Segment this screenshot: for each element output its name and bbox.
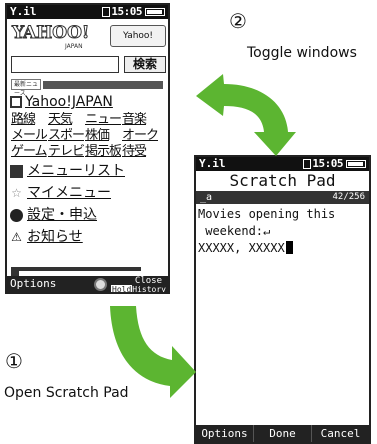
scratch-pad-text: Movies opening this weekend:↵ XXXXX, XXX…	[198, 207, 336, 255]
yahoo-logo[interactable]: YAHOO!	[11, 23, 89, 44]
category-link[interactable]: ゲーム	[11, 144, 47, 160]
menu-item-label: お知らせ	[27, 229, 83, 245]
step-2-number: ②	[229, 9, 247, 33]
history-label: HoldHistory	[111, 282, 166, 294]
battery-icon	[346, 160, 366, 168]
menu-item-notices[interactable]: ⚠ お知らせ	[7, 226, 168, 248]
browser-screen: Y.il 15:05 YAHOO! JAPAN Yahoo! 検索 最新ニュース…	[5, 3, 170, 294]
menu-item-my-menu[interactable]: ☆ マイメニュー	[7, 182, 168, 204]
yahoo-header: YAHOO! JAPAN Yahoo!	[7, 19, 168, 55]
input-info-bar: _a 42/256	[196, 191, 369, 204]
news-bar[interactable]	[43, 81, 163, 89]
category-link[interactable]: 音楽	[122, 112, 158, 128]
status-bar: Y.il 15:05	[7, 5, 168, 19]
text-cursor	[285, 241, 293, 254]
category-link[interactable]: 待受	[122, 144, 158, 160]
step-2-label: Toggle windows	[247, 45, 357, 61]
category-link[interactable]: メール	[11, 128, 47, 144]
cancel-softkey[interactable]: Cancel	[311, 425, 369, 442]
category-link[interactable]: 路線	[11, 112, 47, 128]
portal-title-label: Yahoo!JAPAN	[25, 94, 113, 110]
category-link[interactable]: 天気	[48, 112, 84, 128]
portal-icon	[10, 96, 22, 108]
signal-indicator: Y.il	[199, 157, 226, 170]
portal-title[interactable]: Yahoo!JAPAN	[7, 93, 168, 111]
done-softkey[interactable]: Done	[253, 425, 311, 442]
category-link[interactable]: スポーツ	[48, 128, 84, 144]
menu-item-settings[interactable]: 設定・申込	[7, 204, 168, 226]
mail-icon	[102, 7, 110, 17]
grid-icon	[10, 165, 23, 178]
yahoo-button[interactable]: Yahoo!	[110, 25, 166, 47]
step-1-label: Open Scratch Pad	[4, 385, 129, 401]
step-1-number: ①	[5, 349, 23, 373]
menu-item-label: 設定・申込	[27, 207, 97, 223]
scratch-pad-textarea[interactable]: Movies opening this weekend:↵ XXXXX, XXX…	[196, 204, 369, 257]
status-bar: Y.il 15:05	[196, 157, 369, 171]
menu-item-label: メニューリスト	[27, 163, 125, 179]
clock: 15:05	[111, 5, 142, 18]
gear-icon	[10, 209, 23, 222]
category-link[interactable]: テレビ	[48, 144, 84, 160]
search-button[interactable]: 検索	[124, 56, 166, 73]
search-row: 検索	[7, 55, 168, 75]
close-history-softkey[interactable]: Close HoldHistory	[111, 276, 166, 292]
news-ticker: 最新ニュース	[7, 77, 168, 97]
scratch-pad-title: Scratch Pad	[196, 171, 369, 191]
search-input[interactable]	[11, 56, 119, 73]
toggle-arrow	[196, 74, 296, 156]
history-text: History	[132, 285, 166, 294]
clock: 15:05	[312, 157, 343, 170]
category-link[interactable]: ニュース	[85, 112, 121, 128]
scratch-pad-screen: Y.il 15:05 Scratch Pad _a 42/256 Movies …	[194, 155, 371, 444]
options-softkey[interactable]: Options	[196, 425, 253, 442]
char-count: 42/256	[332, 192, 365, 202]
star-icon: ☆	[11, 186, 22, 200]
category-link[interactable]: 掲示板	[85, 144, 121, 160]
browser-softkeys: Options Close HoldHistory	[7, 276, 168, 292]
center-key-icon[interactable]	[94, 278, 107, 291]
hold-key-label: Hold	[111, 285, 133, 294]
category-grid: 路線 天気 ニュース 音楽 メール スポーツ 株価 オークション ゲーム テレビ…	[7, 112, 168, 160]
menu-item-menu-list[interactable]: メニューリスト	[7, 160, 168, 182]
mail-icon	[303, 159, 311, 169]
menu-item-label: マイメニュー	[27, 185, 111, 201]
options-softkey[interactable]: Options	[10, 276, 56, 292]
category-link[interactable]: 株価	[85, 128, 121, 144]
scratch-pad-softkeys: Options Done Cancel	[196, 425, 369, 442]
category-link[interactable]: オークション	[122, 128, 158, 144]
signal-indicator: Y.il	[10, 5, 37, 18]
warning-icon: ⚠	[11, 230, 22, 244]
input-mode: _a	[200, 192, 213, 203]
news-label: 最新ニュース	[11, 79, 41, 97]
yahoo-logo-sub: JAPAN	[65, 43, 83, 50]
battery-icon	[145, 8, 165, 16]
